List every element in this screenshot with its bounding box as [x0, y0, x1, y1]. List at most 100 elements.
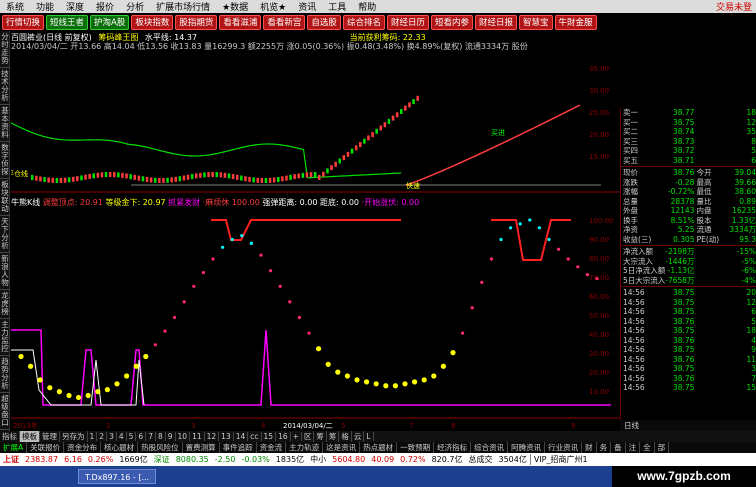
toolbar-button[interactable]: 看看新宫 [263, 14, 306, 30]
quote-cell: 现价 [623, 168, 638, 177]
indicator-tab[interactable]: 3 [107, 432, 117, 441]
info-tab[interactable]: 行业资讯 [545, 442, 583, 453]
quote-cell: 买一 [623, 117, 638, 127]
indicator-tab[interactable]: 6 [136, 432, 147, 441]
info-tab[interactable]: 注 [626, 442, 641, 453]
login-status[interactable]: 交易未登 [710, 0, 756, 13]
info-tab[interactable]: 部 [655, 442, 670, 453]
toolbar-button[interactable]: 智慧宝 [519, 14, 553, 30]
candle [313, 172, 317, 178]
indicator-tab[interactable]: 筹 [314, 431, 327, 442]
left-tab[interactable]: 天下分析 [0, 216, 10, 253]
info-tab[interactable]: 热股风险位 [138, 442, 183, 453]
menu-item[interactable]: 资讯 [292, 0, 322, 13]
left-tab[interactable]: 数字侦探 [0, 142, 10, 179]
info-tab[interactable]: 资金分布 [64, 442, 102, 453]
toolbar-button[interactable]: 看看滋浦 [219, 14, 262, 30]
menu-item[interactable]: 分析 [120, 0, 150, 13]
left-tab[interactable]: 超级盘口 [0, 393, 10, 430]
info-tab[interactable]: 置费测算 [183, 442, 220, 453]
indicator-tab[interactable]: 另存为 [60, 431, 88, 442]
indicator-tab[interactable]: cc [248, 432, 262, 441]
left-tab[interactable]: 基本资料 [0, 105, 10, 142]
indicator-tab[interactable]: 指标 [0, 431, 20, 442]
menu-item[interactable]: 扩展市场行情 [150, 0, 216, 13]
menu-item[interactable]: 报价 [90, 0, 120, 13]
toolbar-button[interactable]: 短线王者 [46, 14, 89, 30]
left-tab[interactable]: 技术分析 [0, 68, 10, 105]
indicator-tab[interactable]: 5 [127, 432, 137, 441]
candle [72, 176, 75, 182]
toolbar-button[interactable]: 行情切换 [2, 14, 45, 30]
indicator-tab[interactable]: 格 [339, 431, 352, 442]
left-tab[interactable]: 主力监控 [0, 319, 10, 356]
info-tab[interactable]: 综合资讯 [471, 442, 509, 453]
candle [309, 172, 313, 178]
indicator-tab[interactable]: 13 [219, 432, 234, 441]
menu-item[interactable]: 帮助 [352, 0, 382, 13]
indicator-tab[interactable]: 1 [88, 432, 98, 441]
menu-item[interactable]: 工具 [322, 0, 352, 13]
indicator-tab[interactable]: 7 [146, 432, 156, 441]
indicator-tab[interactable]: 11 [190, 432, 205, 441]
indicator-tab[interactable]: L [364, 432, 374, 441]
info-tab[interactable]: 阿腾资讯 [508, 442, 546, 453]
quote-cell: -2198万 [665, 247, 695, 256]
indicator-tab[interactable]: 15 [262, 432, 277, 441]
info-tab[interactable]: 经济指标 [434, 442, 472, 453]
taskbar-item[interactable]: T.Dx897.16 - [... [78, 469, 157, 484]
indicator-tab[interactable]: 筹 [327, 431, 340, 442]
toolbar-button[interactable]: 板块指数 [131, 14, 174, 30]
info-tab[interactable]: 热点题材 [360, 442, 398, 453]
info-tab[interactable]: 关联报价 [27, 442, 65, 453]
info-tab[interactable]: 备 [611, 442, 626, 453]
info-tab[interactable]: 财 [582, 442, 597, 453]
info-tab[interactable]: 资金流 [257, 442, 287, 453]
toolbar-button[interactable]: 自选股 [307, 14, 341, 30]
info-tab[interactable]: 事件追踪 [220, 442, 257, 453]
left-tab[interactable]: 新浪人物 [0, 253, 10, 290]
toolbar-button[interactable]: 牛財金服 [554, 14, 597, 30]
info-tab[interactable]: 主力轨迹 [286, 442, 324, 453]
indicator-tab[interactable]: 16 [276, 432, 291, 441]
indicator-dot [66, 392, 72, 399]
menu-item[interactable]: 系统 [0, 0, 30, 13]
toolbar-button[interactable]: 综合排名 [342, 14, 385, 30]
ind-c: 抓紧发财 [168, 198, 201, 207]
indicator-tab[interactable]: 区 [302, 431, 315, 442]
vip-label[interactable]: VIP_招商广州1 [529, 454, 591, 465]
indicator-tab[interactable]: 10 [176, 432, 191, 441]
info-tab[interactable]: 全 [640, 442, 655, 453]
indicator-tab[interactable]: 2 [97, 432, 108, 441]
toolbar-button[interactable]: 股指期货 [175, 14, 218, 30]
candle [39, 176, 42, 182]
indicator-tab[interactable]: 12 [205, 432, 220, 441]
indicator-tab[interactable]: 云 [352, 431, 365, 442]
toolbar-button[interactable]: 财经日历 [386, 14, 429, 30]
day-tab[interactable]: 日线 [620, 420, 756, 431]
left-tab[interactable]: 板块联动 [0, 179, 10, 216]
indicator-tab[interactable]: 9 [166, 432, 176, 441]
menu-item[interactable]: 深度 [60, 0, 90, 13]
indicator-tab[interactable]: 模板 [20, 431, 40, 442]
left-tab[interactable]: 趋势分析 [0, 356, 10, 393]
info-tab[interactable]: 务 [597, 442, 612, 453]
indicator-tab[interactable]: + [291, 432, 302, 441]
info-tab[interactable]: 这是资讯 [323, 442, 361, 453]
toolbar-button[interactable]: 短看内参 [430, 14, 473, 30]
info-tab[interactable]: 核心题材 [101, 442, 139, 453]
indicator-tab[interactable]: 8 [156, 432, 166, 441]
menu-item[interactable]: ★数据 [216, 0, 254, 13]
info-tab[interactable]: 扩展A [0, 442, 28, 453]
left-tab[interactable]: 龙虎榜 [0, 290, 10, 319]
indicator-tab[interactable]: 管理 [40, 431, 60, 442]
menu-item[interactable]: 机览★ [254, 0, 292, 13]
indicator-tab[interactable]: 4 [117, 432, 127, 441]
menu-item[interactable]: 功能 [30, 0, 60, 13]
left-tab[interactable]: 分时走势 [0, 31, 10, 68]
toolbar-button[interactable]: 护淘A股 [90, 14, 130, 30]
info-tab[interactable]: 一致预期 [397, 442, 435, 453]
indicator-dot [528, 218, 532, 222]
toolbar-button[interactable]: 财经日报 [474, 14, 517, 30]
indicator-tab[interactable]: 14 [234, 432, 249, 441]
